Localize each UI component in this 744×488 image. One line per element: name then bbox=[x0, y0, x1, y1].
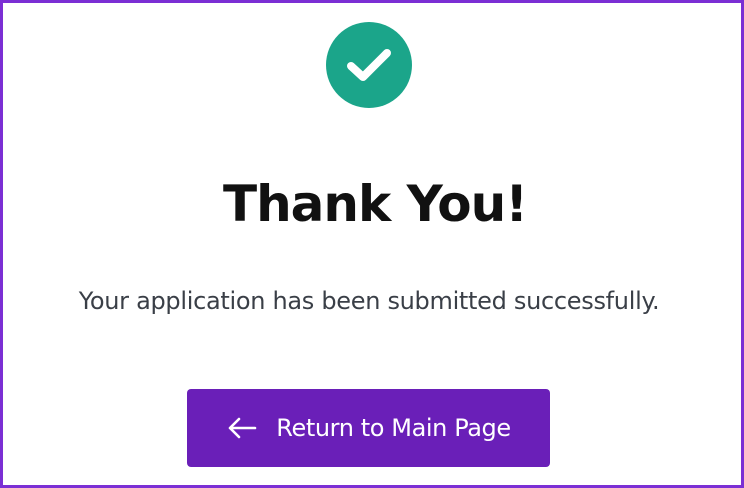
success-message: Your application has been submitted succ… bbox=[78, 287, 660, 315]
return-button-label: Return to Main Page bbox=[276, 414, 511, 442]
arrow-left-icon bbox=[226, 416, 258, 440]
confirmation-panel: Thank You! Your application has been sub… bbox=[0, 0, 744, 488]
page-title: Thank You! bbox=[222, 175, 528, 233]
check-circle-icon bbox=[326, 22, 412, 108]
return-to-main-page-button[interactable]: Return to Main Page bbox=[187, 389, 550, 467]
